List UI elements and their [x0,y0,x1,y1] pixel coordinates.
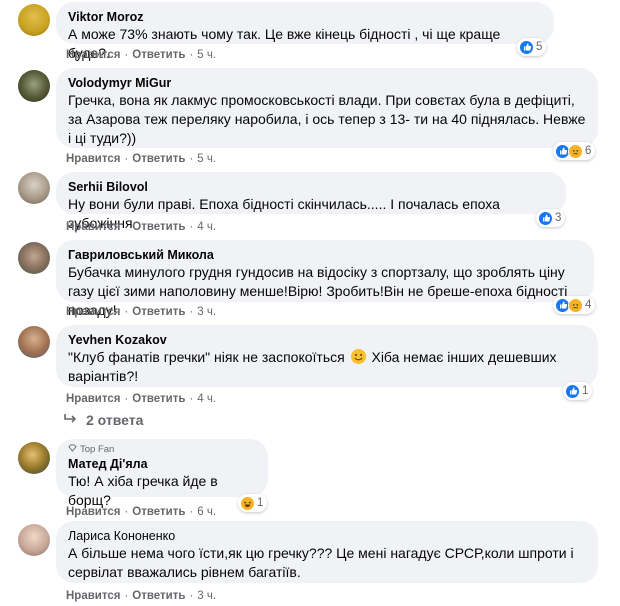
reaction-number: 5 [536,41,543,53]
comment-author[interactable]: Serhii Bilovol [68,179,554,195]
comment-time[interactable]: 3 ч. [197,589,216,603]
separator: · [124,393,129,405]
comment-bubble: Гавриловський Микола Бубачка минулого гр… [56,240,594,318]
avatar[interactable] [18,524,50,556]
comment-bubble: Yevhen Kozakov "Клуб фанатів гречки" нія… [56,325,598,387]
reaction-count[interactable]: 6 [553,142,596,160]
separator: · [189,506,194,518]
diamond-icon [68,444,77,456]
comment-actions: Нравится · Ответить · 4 ч. [66,220,216,234]
comment-text-part: "Клуб фанатів гречки" ніяк не заспокоїть… [68,349,345,365]
avatar[interactable] [18,70,50,102]
separator: · [189,221,194,233]
separator: · [124,49,129,61]
top-fan-badge: Top Fan [68,444,256,456]
comment-bubble: Viktor Moroz А може 73% знають чому так.… [56,2,554,61]
comment-text: "Клуб фанатів гречки" ніяк не заспокоїть… [68,348,586,386]
reaction-number: 4 [585,299,592,311]
separator: · [189,393,194,405]
avatar[interactable] [18,326,50,358]
comment-author[interactable]: Volodymyr MiGur [68,75,586,91]
view-replies-link[interactable]: 2 ответа [64,412,143,428]
reply-button[interactable]: Ответить [132,505,185,519]
comment-time[interactable]: 5 ч. [197,48,216,62]
comment-bubble: Лариса Кононенко А більше нема чого їсти… [56,521,598,583]
like-reaction-icon [538,210,553,226]
like-reaction-icon [519,39,534,55]
like-button[interactable]: Нравится [66,392,120,406]
separator: · [189,49,194,61]
reaction-number: 3 [555,212,562,224]
like-reaction-icon [565,383,580,399]
separator: · [189,306,194,318]
separator: · [124,506,129,518]
reply-arrow-icon [64,412,78,428]
comment-bubble: Top Fan Матед Ді'яла Тю! А хіба гречка й… [56,439,268,508]
reply-button[interactable]: Ответить [132,305,185,319]
like-button[interactable]: Нравится [66,589,120,603]
reply-button[interactable]: Ответить [132,152,185,166]
like-button[interactable]: Нравится [66,152,120,166]
replies-count: 2 ответа [86,412,144,428]
haha-reaction-icon [240,495,255,511]
comment-bubble: Volodymyr MiGur Гречка, вона як лакмус п… [56,68,598,148]
comment-text: А більше нема чого їсти,як цю гречку??? … [68,545,574,580]
comment-author[interactable]: Yevhen Kozakov [68,332,586,348]
like-button[interactable]: Нравится [66,305,120,319]
sad-reaction-icon [568,297,583,313]
comment-time[interactable]: 4 ч. [197,392,216,406]
reply-button[interactable]: Ответить [132,392,185,406]
comment-actions: Нравится · Ответить · 3 ч. [66,589,216,603]
avatar[interactable] [18,242,50,274]
reaction-number: 1 [257,497,264,509]
comment-time[interactable]: 5 ч. [197,152,216,166]
reply-button[interactable]: Ответить [132,589,185,603]
comment-author[interactable]: Лариса Кононенко [68,528,586,544]
like-button[interactable]: Нравится [66,48,120,62]
smiling-face-emoji-icon [350,349,366,364]
comment-actions: Нравится · Ответить · 5 ч. [66,48,216,62]
avatar[interactable] [18,442,50,474]
comment-time[interactable]: 4 ч. [197,220,216,234]
comment-actions: Нравится · Ответить · 5 ч. [66,152,216,166]
badge-label: Top Fan [80,444,115,455]
comment-actions: Нравится · Ответить · 3 ч. [66,305,216,319]
separator: · [124,590,129,602]
separator: · [124,221,129,233]
comment-actions: Нравится · Ответить · 6 ч. [66,505,216,519]
avatar[interactable] [18,4,50,36]
separator: · [189,153,194,165]
comment-bubble: Serhii Bilovol Ну вони були праві. Епоха… [56,172,566,231]
reaction-number: 6 [585,145,592,157]
reaction-count[interactable]: 3 [536,209,566,227]
comment-text: Гречка, вона як лакмус промосковськості … [68,92,586,146]
reaction-count[interactable]: 1 [238,494,268,512]
separator: · [189,590,194,602]
like-button[interactable]: Нравится [66,220,120,234]
comment-time[interactable]: 3 ч. [197,305,216,319]
separator: · [124,306,129,318]
reaction-count[interactable]: 1 [563,382,593,400]
avatar[interactable] [18,172,50,204]
reply-button[interactable]: Ответить [132,48,185,62]
reaction-count[interactable]: 5 [517,38,547,56]
separator: · [124,153,129,165]
reaction-number: 1 [582,385,589,397]
comment-author[interactable]: Матед Ді'яла [68,456,256,472]
comment-time[interactable]: 6 ч. [197,505,216,519]
like-button[interactable]: Нравится [66,505,120,519]
comment-author[interactable]: Гавриловський Микола [68,247,582,263]
comment-actions: Нравится · Ответить · 4 ч. [66,392,216,406]
sad-reaction-icon [568,143,583,159]
reply-button[interactable]: Ответить [132,220,185,234]
comment-author[interactable]: Viktor Moroz [68,9,542,25]
reaction-count[interactable]: 4 [553,296,596,314]
